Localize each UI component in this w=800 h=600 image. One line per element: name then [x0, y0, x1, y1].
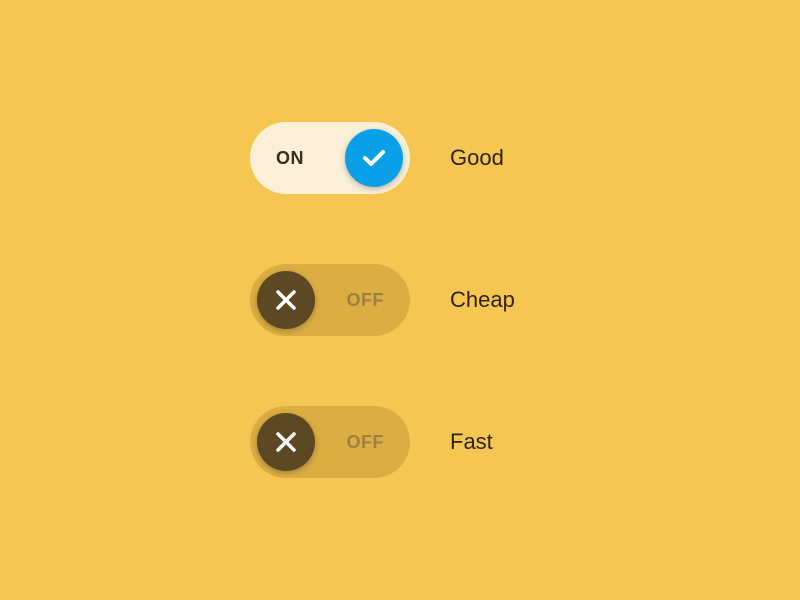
- toggle-list: ON Good OFF Cheap: [250, 122, 550, 478]
- toggle-row-cheap: OFF Cheap: [250, 264, 550, 336]
- toggle-good[interactable]: ON: [250, 122, 410, 194]
- toggle-knob: [345, 129, 403, 187]
- toggle-knob: [257, 271, 315, 329]
- cross-icon: [272, 428, 300, 456]
- toggle-state-label: OFF: [347, 290, 385, 311]
- cross-icon: [272, 286, 300, 314]
- toggle-label-fast: Fast: [450, 429, 550, 455]
- check-icon: [358, 142, 390, 174]
- toggle-row-good: ON Good: [250, 122, 550, 194]
- toggle-state-label: OFF: [347, 432, 385, 453]
- toggle-label-good: Good: [450, 145, 550, 171]
- toggle-label-cheap: Cheap: [450, 287, 550, 313]
- toggle-row-fast: OFF Fast: [250, 406, 550, 478]
- toggle-cheap[interactable]: OFF: [250, 264, 410, 336]
- toggle-state-label: ON: [276, 148, 304, 169]
- toggle-fast[interactable]: OFF: [250, 406, 410, 478]
- toggle-knob: [257, 413, 315, 471]
